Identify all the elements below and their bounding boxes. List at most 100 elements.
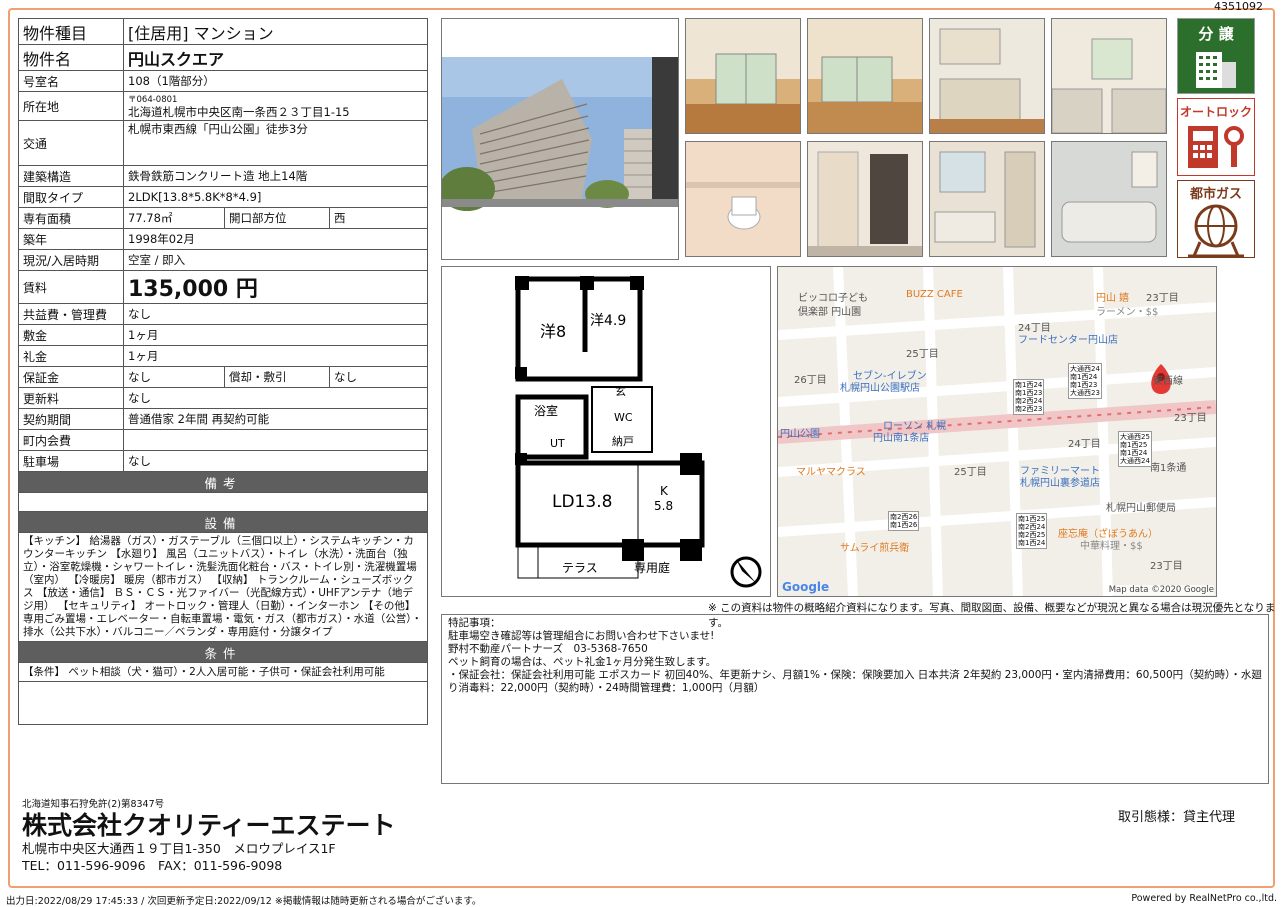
- kitchen-image: [930, 28, 1044, 133]
- photo-washroom[interactable]: [929, 141, 1045, 257]
- map-street-sign: 大通西24 南1西24 南1西23 大通西23: [1068, 363, 1102, 399]
- floor-plan[interactable]: 洋8 洋4.9 浴室 玄 WC UT 納戸 LD13.8 K 5.8 テラス 専…: [441, 266, 771, 597]
- value-area: 77.78㎡: [123, 207, 225, 229]
- value-deposit: 1ヶ月: [123, 324, 428, 346]
- room-ut: UT: [550, 437, 565, 450]
- label-room: 号室名: [18, 70, 124, 92]
- map-label: 25丁目: [954, 467, 987, 478]
- section-equipment: 設備: [18, 511, 428, 533]
- map-sign-line: 大通西24: [1070, 365, 1100, 373]
- map-sign-line: 南2西23: [1015, 405, 1043, 413]
- label-direction: 開口部方位: [224, 207, 330, 229]
- label-access: 交通: [18, 120, 124, 166]
- badge-condo: 分 譲: [1177, 18, 1255, 94]
- map-sign-line: 大通西25: [1120, 433, 1150, 441]
- area-map[interactable]: ビッコロ子ども 倶楽部 円山園 BUZZ CAFE 円山 嬉ラーメン・$$ 23丁目 24…: [777, 266, 1217, 597]
- exterior-photo[interactable]: [441, 18, 679, 260]
- photo-living-room[interactable]: [685, 18, 801, 134]
- map-label: BUZZ CAFE: [906, 289, 963, 300]
- bathroom-image: [1061, 151, 1158, 243]
- label-guarantee: 保証金: [18, 366, 124, 388]
- living-room-image: [686, 19, 800, 133]
- map-sign-line: 南1西24: [1018, 539, 1046, 547]
- map-label: サムライ煎兵衛: [840, 543, 910, 554]
- photo-kitchen[interactable]: [1051, 18, 1167, 134]
- map-label: 南1条通: [1150, 463, 1187, 474]
- map-label: マルヤマクラス: [796, 467, 866, 478]
- label-deposit: 敷金: [18, 324, 124, 346]
- gas-tank-icon: [1188, 204, 1244, 258]
- map-label: 円山公園: [780, 429, 820, 440]
- label-parking: 駐車場: [18, 450, 124, 472]
- value-fee: なし: [123, 303, 428, 325]
- map-sign-line: 南1西23: [1070, 381, 1098, 389]
- map-sign-line: 南2西24: [1015, 397, 1043, 405]
- room-genkan: 玄: [615, 384, 626, 398]
- value-layout: 2LDK[13.8*5.8K*8*4.9]: [123, 186, 428, 208]
- room-storage: 納戸: [612, 435, 634, 448]
- map-label: フードセンター円山店: [1018, 335, 1118, 346]
- company-phone: TEL：011-596-9096 FAX：011-596-9098: [22, 858, 283, 873]
- photo-bedroom[interactable]: [807, 18, 923, 134]
- map-copyright: Map data ©2020 Google: [1108, 585, 1214, 595]
- washroom-image: [934, 151, 1036, 248]
- value-guarantee: なし: [123, 366, 225, 388]
- map-sign-line: 南1西25: [1018, 515, 1046, 523]
- label-area: 専有面積: [18, 207, 124, 229]
- room-western-4-9: 洋4.9: [590, 313, 626, 329]
- map-label: ビッコロ子ども: [798, 293, 868, 304]
- map-label: 24丁目: [1068, 439, 1101, 450]
- toilet-image: [686, 182, 800, 230]
- map-label: 倶楽部 円山園: [798, 307, 862, 318]
- map-label: 25丁目: [906, 349, 939, 360]
- label-layout: 間取タイプ: [18, 186, 124, 208]
- room-wc: WC: [614, 411, 633, 424]
- value-built: 1998年02月: [123, 228, 428, 250]
- map-sign-line: 南1西24: [1015, 381, 1043, 389]
- map-label: 23丁目: [1174, 413, 1207, 424]
- compass-icon: [730, 556, 762, 588]
- label-built: 築年: [18, 228, 124, 250]
- room-western-8: 洋8: [540, 322, 566, 341]
- map-label: 円山南1条店: [873, 433, 930, 444]
- value-type: [住居用] マンション: [123, 18, 428, 45]
- autolock-icon: [1188, 126, 1244, 168]
- label-status: 現況/入居時期: [18, 249, 124, 271]
- photo-entrance[interactable]: [807, 141, 923, 257]
- value-status: 空室 / 即入: [123, 249, 428, 271]
- remark-line: ・保証会社：保証会社利用可能 エポスカード 初回40%、年更新ナシ、月額1%・保…: [448, 669, 1262, 694]
- value-community-fee: [123, 429, 428, 451]
- conditions-text: 【条件】 ペット相談（犬・猫可）・2人入居可能・子供可・保証会社利用可能: [18, 662, 428, 682]
- listing-number: 4351092: [1214, 0, 1263, 13]
- building-image: [442, 57, 678, 211]
- value-parking: なし: [123, 450, 428, 472]
- value-renewal: なし: [123, 387, 428, 409]
- photo-toilet[interactable]: [685, 141, 801, 257]
- room-private-garden: 専用庭: [634, 560, 670, 575]
- floor-plan-drawing: 洋8 洋4.9 浴室 玄 WC UT 納戸 LD13.8 K 5.8 テラス 専…: [515, 276, 762, 588]
- building-icon: [1196, 52, 1236, 88]
- label-structure: 建築構造: [18, 165, 124, 187]
- label-rent: 賃料: [18, 270, 124, 304]
- remarks-empty: [18, 492, 428, 512]
- map-label: 札幌円山裏参道店: [1020, 478, 1100, 489]
- map-label: 23丁目: [1146, 293, 1179, 304]
- entrance-image: [808, 151, 922, 256]
- label-amortization: 償却・敷引: [224, 366, 330, 388]
- map-street-sign: 大通西25 南1西25 南1西24 大通西24: [1118, 431, 1152, 467]
- section-remarks: 備考: [18, 471, 428, 493]
- conditions-empty: [18, 681, 428, 725]
- label-key-money: 礼金: [18, 345, 124, 367]
- map-label: 23丁目: [1150, 561, 1183, 572]
- equipment-text: 【キッチン】 給湯器（ガス）・ガステーブル（三個口以上）・システムキッチン・カウ…: [18, 532, 428, 642]
- value-structure: 鉄骨鉄筋コンクリート造 地上14階: [123, 165, 428, 187]
- map-street-sign: 南1西25 南2西24 南2西25 南1西24: [1016, 513, 1048, 549]
- map-street-sign: 南1西24 南1西23 南2西24 南2西23: [1013, 379, 1045, 415]
- map-label: 札幌円山郵便局: [1106, 503, 1176, 514]
- map-sign-line: 南1西24: [1070, 373, 1098, 381]
- badge-condo-label: 分 譲: [1198, 25, 1234, 43]
- photo-bathroom[interactable]: [1051, 141, 1167, 257]
- photo-kitchen-cabinet[interactable]: [929, 18, 1045, 134]
- map-sign-line: 南1西25: [1120, 441, 1148, 449]
- map-sign-line: 南1西23: [1015, 389, 1043, 397]
